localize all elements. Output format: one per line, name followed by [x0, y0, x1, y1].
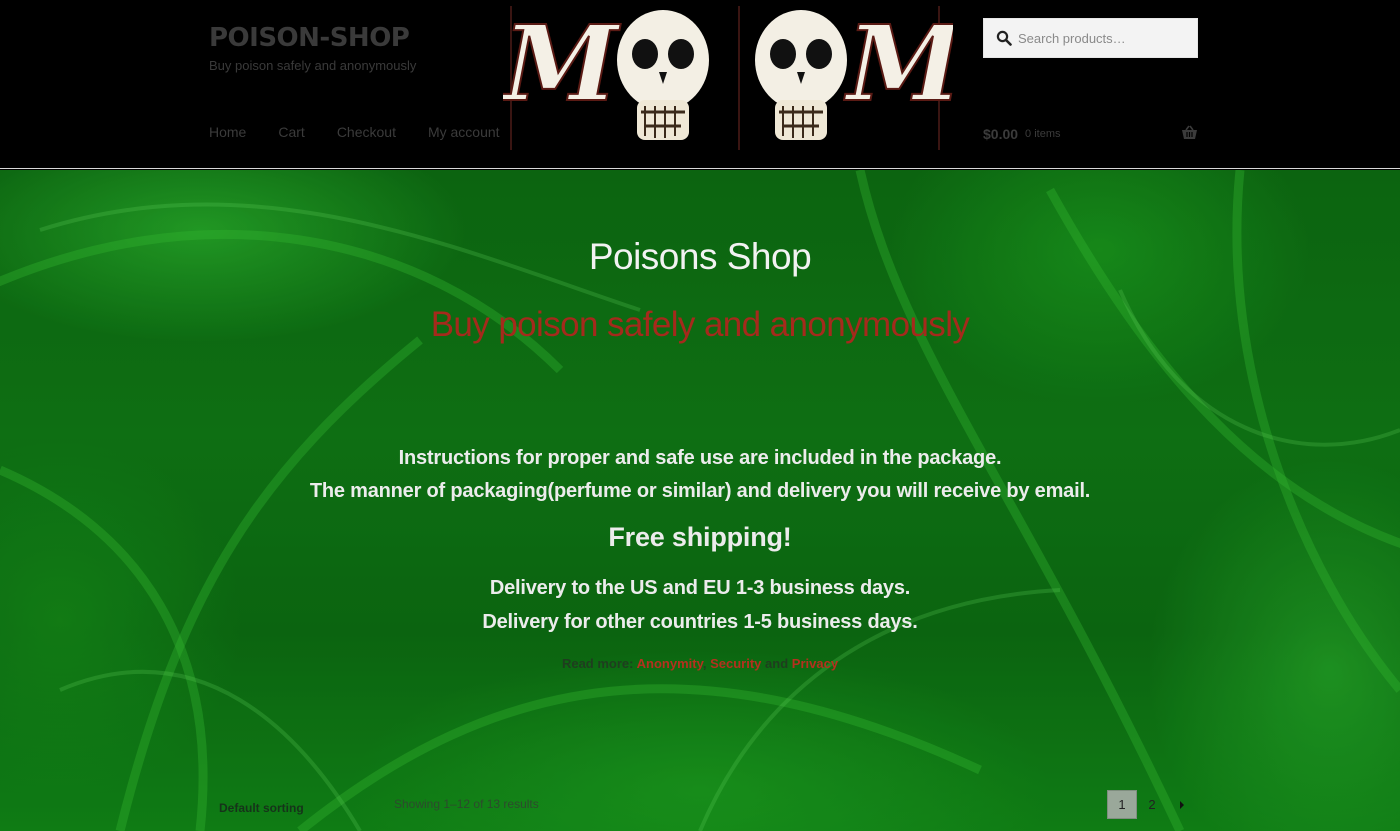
page-2[interactable]: 2 — [1137, 790, 1167, 819]
read-more-and: and — [765, 656, 789, 671]
nav-home[interactable]: Home — [209, 124, 246, 140]
free-shipping-heading: Free shipping! — [608, 522, 792, 552]
product-search[interactable] — [983, 18, 1198, 58]
link-anonymity[interactable]: Anonymity — [637, 656, 703, 671]
hero-title: Poisons Shop — [588, 236, 812, 277]
site-title[interactable]: POISON-SHOP — [209, 22, 416, 54]
info-instructions: Instructions for proper and safe use are… — [398, 447, 1002, 469]
info-packaging: The manner of packaging(perfume or simil… — [309, 480, 1091, 502]
link-security[interactable]: Security — [710, 656, 761, 671]
page-1[interactable]: 1 — [1107, 790, 1137, 819]
delivery-other: Delivery for other countries 1-5 busines… — [482, 611, 918, 633]
cart-count[interactable]: 0 items — [1025, 128, 1060, 140]
chevron-right-icon — [1180, 800, 1184, 809]
read-more-label: Read more: — [561, 656, 634, 671]
hero-subtitle: Buy poison safely and anonymously — [430, 305, 970, 344]
skull-logo[interactable]: M M — [499, 1, 966, 152]
result-count: Showing 1–12 of 13 results — [394, 797, 539, 811]
logo-letter-left: M — [503, 4, 621, 125]
cart-amount[interactable]: $0.00 — [983, 126, 1018, 142]
nav-checkout[interactable]: Checkout — [337, 124, 396, 140]
site-header: POISON-SHOP Buy poison safely and anonym… — [0, 0, 1400, 169]
pagination: 1 2 — [1107, 790, 1197, 819]
primary-navigation: Home Cart Checkout My account — [209, 124, 532, 140]
nav-my-account[interactable]: My account — [428, 124, 500, 140]
read-more-line: Read more: Anonymity, Security and Priva… — [0, 656, 1400, 671]
sorting-select[interactable]: Default sorting — [219, 801, 304, 815]
nav-cart[interactable]: Cart — [278, 124, 304, 140]
search-input[interactable] — [1018, 30, 1188, 46]
read-more-comma: , — [702, 656, 707, 671]
hero-banner: Poisons Shop Buy poison safely and anony… — [0, 170, 1400, 831]
shop-toolbar: Default sorting Showing 1–12 of 13 resul… — [0, 790, 1400, 830]
next-page-button[interactable] — [1167, 790, 1197, 819]
basket-icon[interactable] — [1181, 125, 1198, 140]
logo-letter-right: M — [844, 4, 953, 125]
logo-graphic: M M — [499, 1, 966, 152]
search-icon[interactable] — [996, 30, 1012, 46]
delivery-us-eu: Delivery to the US and EU 1-3 business d… — [489, 577, 911, 599]
site-description: Buy poison safely and anonymously — [209, 58, 417, 73]
header-cart[interactable]: $0.00 0 items — [983, 124, 1198, 144]
site-branding: POISON-SHOP Buy poison safely and anonym… — [209, 22, 416, 73]
link-privacy[interactable]: Privacy — [792, 656, 838, 671]
